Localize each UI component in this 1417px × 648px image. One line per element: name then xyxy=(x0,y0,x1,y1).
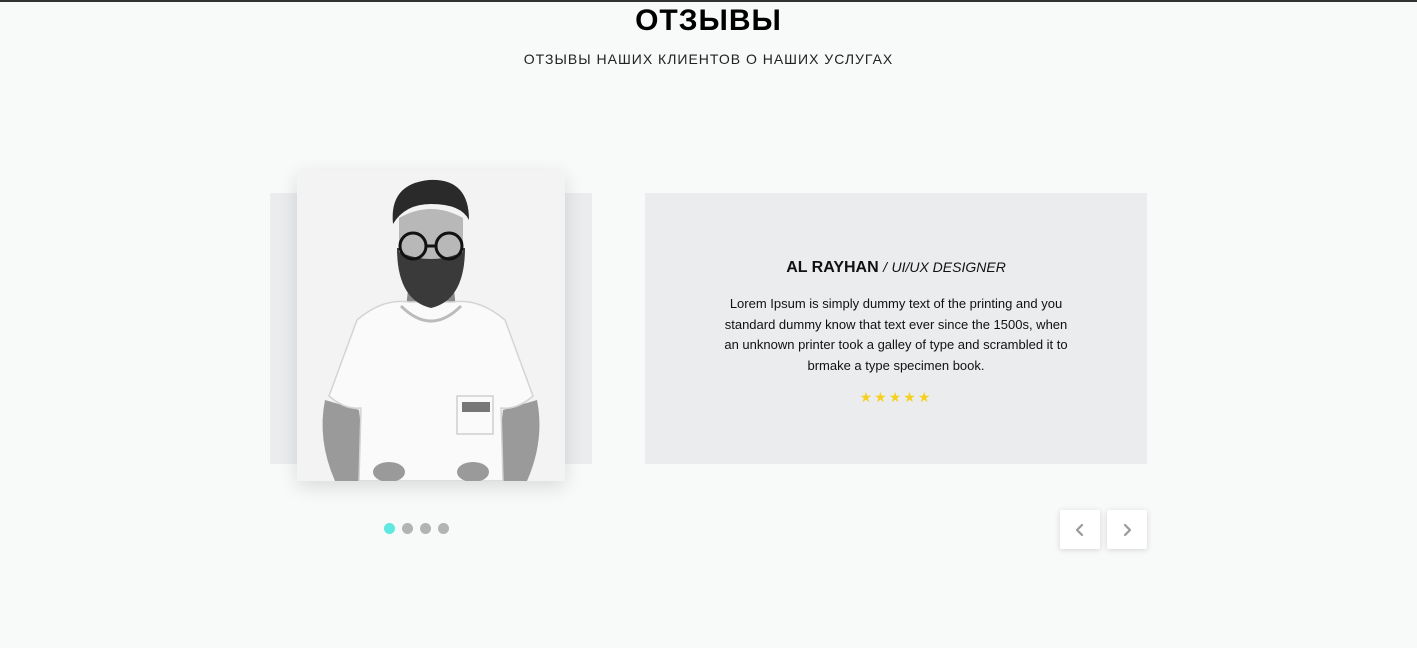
star-icon: ★ xyxy=(874,389,889,405)
reviewer-name: AL RAYHAN xyxy=(786,259,879,276)
slider-dot[interactable] xyxy=(384,523,395,534)
star-rating: ★★★★★ xyxy=(645,389,1147,406)
testimonial-text: Lorem Ipsum is simply dummy text of the … xyxy=(724,296,1068,373)
testimonial-card: AL RAYHAN / UI/UX DESIGNER Lorem Ipsum i… xyxy=(645,193,1147,464)
star-icon: ★ xyxy=(917,389,933,405)
slider-dot[interactable] xyxy=(420,523,431,534)
prev-button[interactable] xyxy=(1060,510,1100,549)
reviewer-portrait-image xyxy=(297,170,565,481)
section-title: ОТЗЫВЫ xyxy=(635,4,782,37)
reviewer-photo xyxy=(297,170,565,481)
star-icon: ★ xyxy=(903,389,918,405)
reviewer-heading: AL RAYHAN / UI/UX DESIGNER xyxy=(645,259,1147,277)
chevron-left-icon xyxy=(1075,523,1084,536)
star-icon: ★ xyxy=(859,389,875,405)
reviewer-role: UI/UX DESIGNER xyxy=(891,259,1006,275)
chevron-right-icon xyxy=(1123,523,1132,536)
section-subtitle: ОТЗЫВЫ НАШИХ КЛИЕНТОВ О НАШИХ УСЛУГАХ xyxy=(523,51,894,67)
slider-dots xyxy=(384,523,449,534)
reviewer-separator: / xyxy=(883,259,887,275)
star-icon: ★ xyxy=(888,389,904,405)
slider-dot[interactable] xyxy=(402,523,413,534)
next-button[interactable] xyxy=(1107,510,1147,549)
slider-dot[interactable] xyxy=(438,523,449,534)
